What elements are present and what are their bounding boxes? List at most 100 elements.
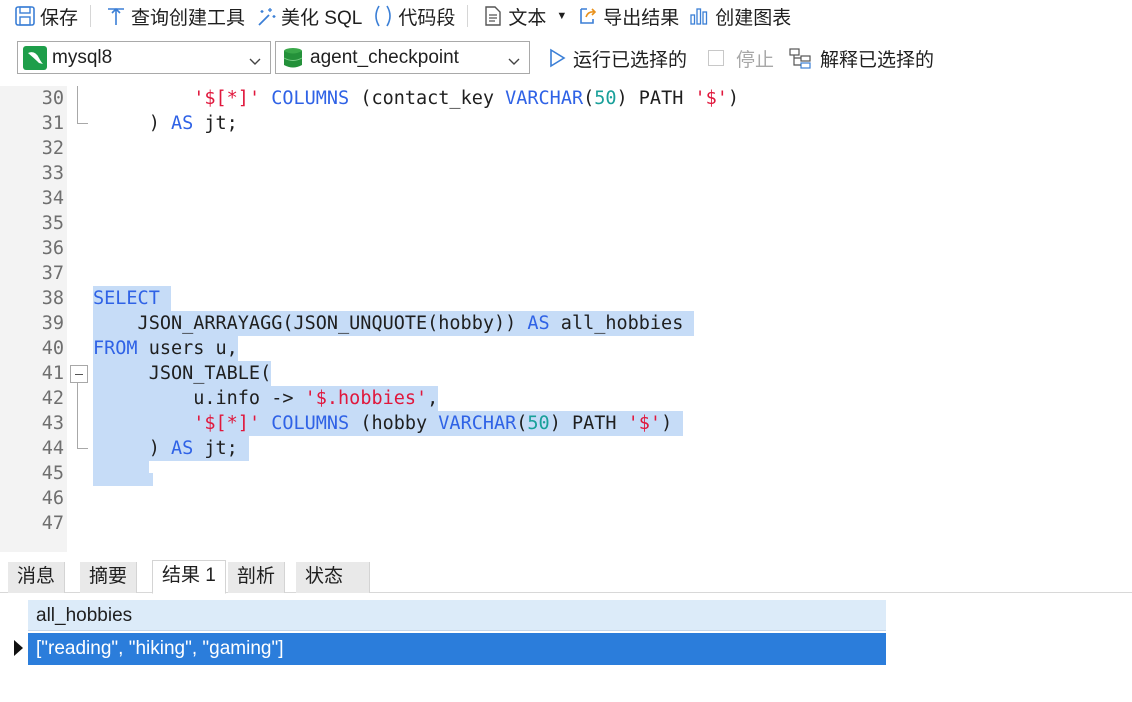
stop-button[interactable]: 停止 bbox=[708, 44, 774, 72]
line-number: 30 bbox=[41, 88, 64, 109]
magic-wand-icon bbox=[253, 4, 279, 28]
query-builder-button[interactable]: 查询创建工具 bbox=[99, 1, 249, 31]
create-chart-button[interactable]: 创建图表 bbox=[683, 1, 795, 31]
line-number: 35 bbox=[41, 213, 64, 234]
table-cell[interactable]: ["reading", "hiking", "gaming"] bbox=[36, 638, 283, 659]
query-builder-label: 查询创建工具 bbox=[131, 7, 246, 29]
code-line: 41 JSON_TABLE( bbox=[0, 361, 1132, 386]
code-line: 40 FROM users u, bbox=[0, 336, 1132, 361]
document-icon bbox=[480, 4, 506, 28]
database-select-value: agent_checkpoint bbox=[310, 46, 459, 68]
database-icon bbox=[280, 46, 306, 70]
save-icon bbox=[12, 4, 38, 28]
fold-guide bbox=[77, 448, 88, 449]
code-text: u.info -> '$.hobbies', bbox=[93, 386, 439, 411]
code-line: 46 bbox=[0, 486, 1132, 511]
code-line: 42 u.info -> '$.hobbies', bbox=[0, 386, 1132, 411]
line-number: 34 bbox=[41, 188, 64, 209]
line-number: 41 bbox=[41, 363, 64, 384]
code-line: 36 bbox=[0, 236, 1132, 261]
dropdown-arrow-icon[interactable]: ▼ bbox=[556, 10, 567, 22]
line-number: 44 bbox=[41, 438, 64, 459]
chevron-down-icon bbox=[249, 51, 261, 73]
tab-status[interactable]: 状态 bbox=[296, 562, 371, 593]
save-label: 保存 bbox=[40, 7, 79, 29]
run-selected-button[interactable]: 运行已选择的 bbox=[545, 44, 687, 72]
tab-messages[interactable]: 消息 bbox=[8, 562, 66, 593]
export-icon bbox=[575, 4, 601, 28]
code-line: 39 JSON_ARRAYAGG(JSON_UNQUOTE(hobby)) AS… bbox=[0, 311, 1132, 336]
code-line: 37 bbox=[0, 261, 1132, 286]
line-number: 36 bbox=[41, 238, 64, 259]
line-number: 40 bbox=[41, 338, 64, 359]
toolbar-divider bbox=[90, 5, 92, 27]
text-label: 文本 bbox=[508, 7, 547, 29]
code-text: JSON_TABLE( bbox=[93, 361, 272, 386]
sql-editor[interactable]: 30 '$[*]' COLUMNS (contact_key VARCHAR(5… bbox=[0, 86, 1132, 552]
tab-summary[interactable]: 摘要 bbox=[80, 562, 138, 593]
code-text: SELECT bbox=[93, 286, 171, 311]
line-number: 45 bbox=[41, 463, 64, 484]
explain-selected-button[interactable]: 解释已选择的 bbox=[788, 44, 934, 72]
export-result-label: 导出结果 bbox=[603, 7, 680, 29]
stop-label: 停止 bbox=[736, 49, 775, 71]
table-row[interactable]: ["reading", "hiking", "gaming"] bbox=[28, 633, 886, 665]
save-button[interactable]: 保存 bbox=[8, 1, 82, 31]
code-line: 45 bbox=[0, 461, 1132, 486]
code-line: 30 '$[*]' COLUMNS (contact_key VARCHAR(5… bbox=[0, 86, 1132, 111]
line-number: 43 bbox=[41, 413, 64, 434]
column-header-all-hobbies[interactable]: all_hobbies bbox=[28, 600, 886, 631]
code-text: FROM users u, bbox=[93, 336, 238, 361]
line-number: 38 bbox=[41, 288, 64, 309]
code-line: 35 bbox=[0, 211, 1132, 236]
code-line: 34 bbox=[0, 186, 1132, 211]
code-line: 38 SELECT bbox=[0, 286, 1132, 311]
code-snippet-button[interactable]: 代码段 bbox=[366, 1, 459, 31]
beautify-sql-label: 美化 SQL bbox=[281, 7, 363, 29]
code-line: 32 bbox=[0, 136, 1132, 161]
code-line: 47 bbox=[0, 511, 1132, 536]
server-select-value: mysql8 bbox=[52, 46, 113, 68]
line-number: 42 bbox=[41, 388, 64, 409]
result-tabs: 消息 摘要 结果 1 剖析 状态 bbox=[0, 560, 1132, 594]
code-line: 44 ) AS jt; bbox=[0, 436, 1132, 461]
code-line: 31 ) AS jt; bbox=[0, 111, 1132, 136]
fold-guide bbox=[77, 383, 78, 448]
line-number: 31 bbox=[41, 113, 64, 134]
parentheses-icon bbox=[370, 4, 396, 28]
code-text: JSON_ARRAYAGG(JSON_UNQUOTE(hobby)) AS al… bbox=[93, 311, 695, 336]
play-icon bbox=[545, 48, 569, 68]
bar-chart-icon bbox=[687, 4, 713, 28]
tab-profile[interactable]: 剖析 bbox=[228, 562, 286, 593]
line-number: 39 bbox=[41, 313, 64, 334]
tab-result-1[interactable]: 结果 1 bbox=[152, 560, 226, 594]
stop-icon bbox=[708, 50, 724, 66]
query-builder-icon bbox=[103, 4, 129, 28]
server-select[interactable]: mysql8 bbox=[17, 41, 271, 74]
create-chart-label: 创建图表 bbox=[715, 7, 792, 29]
code-text: ) AS jt; bbox=[93, 436, 249, 461]
line-number: 32 bbox=[41, 138, 64, 159]
code-text: ) AS jt; bbox=[93, 113, 238, 134]
fold-guide bbox=[77, 86, 78, 123]
code-text: '$[*]' COLUMNS (hobby VARCHAR(50) PATH '… bbox=[93, 411, 684, 436]
explain-selected-label: 解释已选择的 bbox=[820, 49, 935, 71]
mysql-dolphin-icon bbox=[22, 45, 48, 70]
fold-collapse-icon[interactable] bbox=[70, 365, 88, 383]
code-line: 33 bbox=[0, 161, 1132, 186]
current-row-arrow-icon bbox=[14, 640, 23, 656]
run-selected-label: 运行已选择的 bbox=[573, 49, 688, 71]
fold-guide bbox=[77, 123, 88, 124]
result-grid: all_hobbies ["reading", "hiking", "gamin… bbox=[0, 600, 1132, 702]
line-number: 37 bbox=[41, 263, 64, 284]
toolbar-divider bbox=[467, 5, 469, 27]
chevron-down-icon bbox=[508, 51, 520, 73]
line-number: 47 bbox=[41, 513, 64, 534]
database-select[interactable]: agent_checkpoint bbox=[275, 41, 530, 74]
text-button[interactable]: 文本 ▼ bbox=[476, 1, 571, 31]
code-text: '$[*]' COLUMNS (contact_key VARCHAR(50) … bbox=[193, 88, 740, 109]
beautify-sql-button[interactable]: 美化 SQL bbox=[249, 1, 366, 31]
connection-bar: mysql8 agent_checkpoint 运行已选择的 停止 解释已选择的 bbox=[0, 40, 1132, 76]
code-line: 43 '$[*]' COLUMNS (hobby VARCHAR(50) PAT… bbox=[0, 411, 1132, 436]
export-result-button[interactable]: 导出结果 bbox=[571, 1, 683, 31]
